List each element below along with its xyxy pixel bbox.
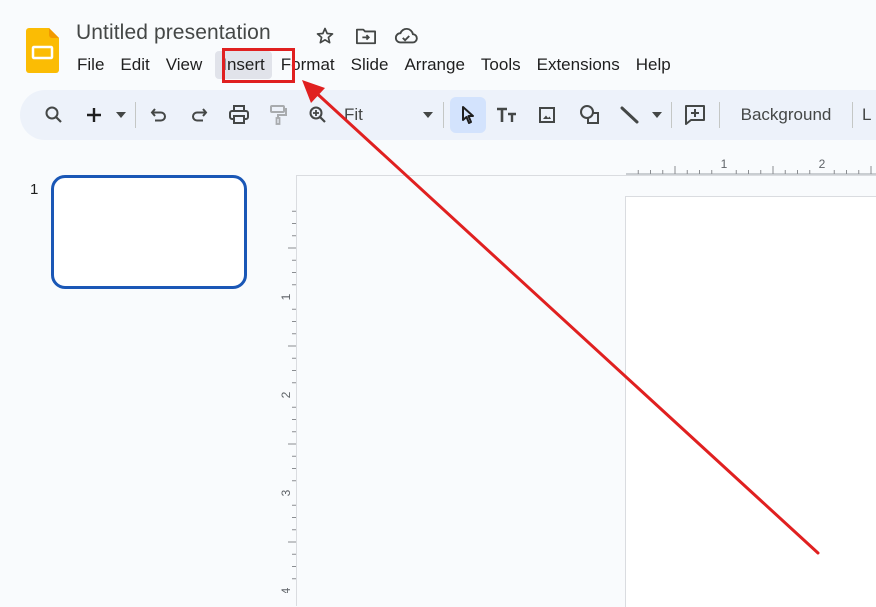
- insert-highlight-box: [222, 48, 295, 83]
- ruler-label: 4: [279, 587, 293, 593]
- horizontal-ruler: 12: [626, 157, 876, 175]
- ruler-label: 1: [721, 157, 728, 171]
- vertical-ruler: 1 2 3 4: [279, 210, 296, 593]
- ruler-label: 2: [819, 157, 826, 171]
- ruler-label: 1: [279, 293, 293, 300]
- ruler-label: 3: [279, 489, 293, 496]
- rulers: 12 1234: [279, 157, 876, 593]
- ruler-label: 2: [279, 391, 293, 398]
